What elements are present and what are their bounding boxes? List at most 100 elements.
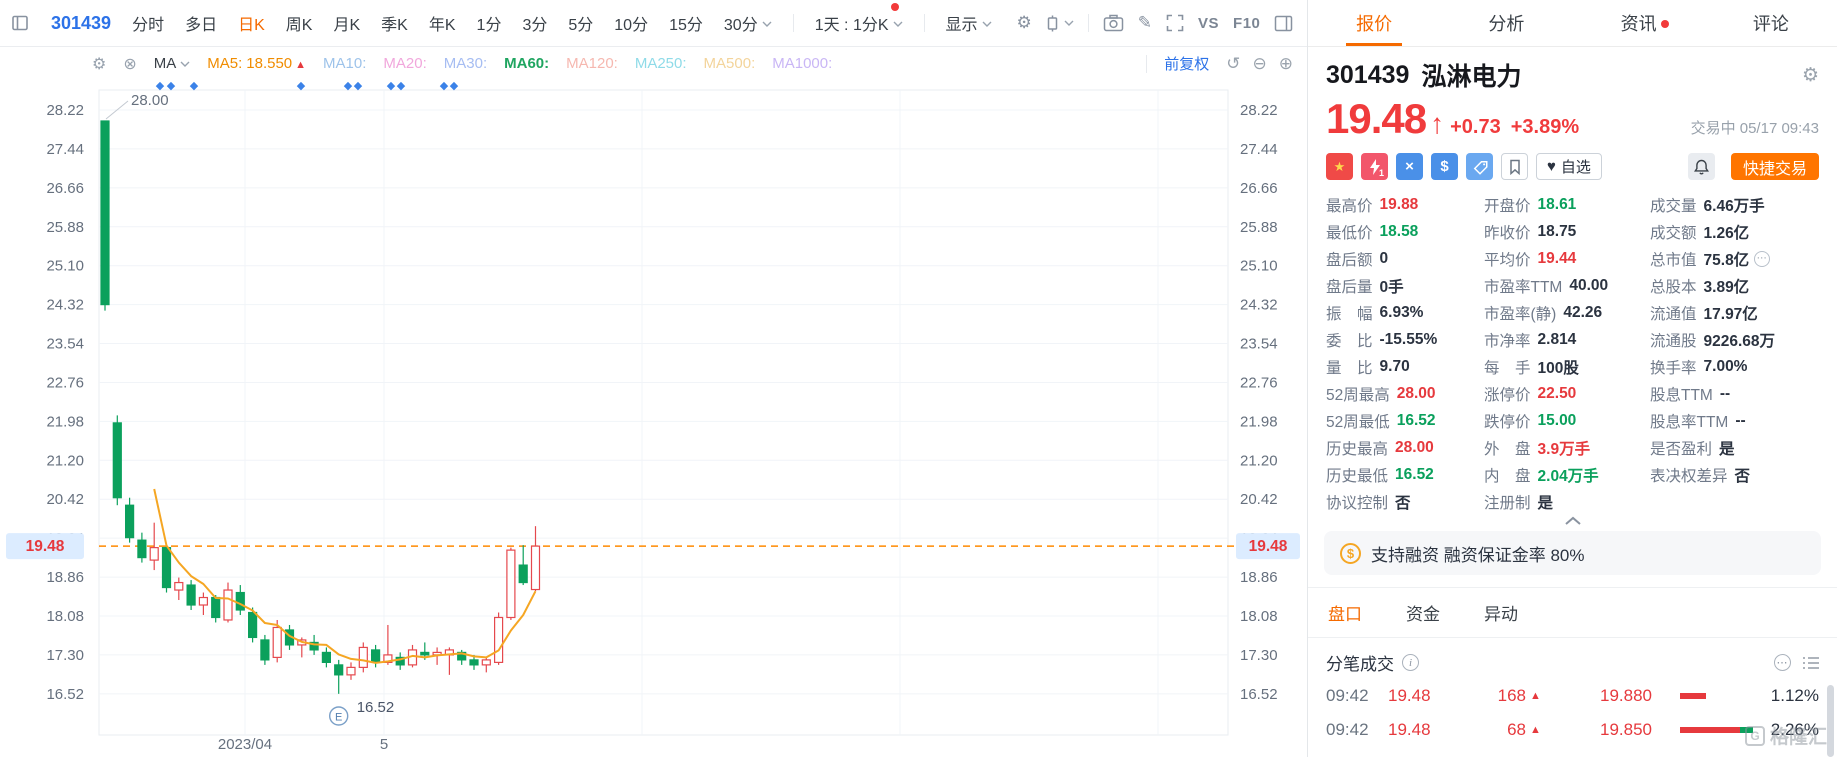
ma-selector[interactable]: MA (154, 55, 191, 72)
candle-body[interactable] (124, 504, 135, 539)
event-diamond-icon[interactable]: ◆ (397, 80, 406, 92)
event-diamond-icon[interactable]: ◆ (344, 80, 353, 92)
panel-scrollbar[interactable] (1827, 685, 1834, 757)
candle-body[interactable] (481, 659, 491, 666)
quick-trade-button[interactable]: 快捷交易 (1730, 153, 1819, 180)
candle-body[interactable] (506, 549, 516, 619)
candle-body[interactable] (420, 651, 430, 656)
candle-body[interactable] (186, 584, 196, 606)
event-diamond-icon[interactable]: ◆ (297, 80, 306, 92)
candle-body[interactable] (223, 589, 233, 621)
period-tab-1分[interactable]: 1分 (477, 11, 502, 35)
candle-body[interactable] (346, 666, 356, 676)
candle-body[interactable] (112, 422, 122, 499)
stat-cell: 成交量 6.46万手 (1650, 194, 1816, 215)
indicator-close-icon[interactable]: ⊗ (123, 54, 136, 74)
pencil-icon[interactable]: ✎ (1138, 13, 1152, 33)
list-icon[interactable] (1803, 656, 1819, 670)
info-icon[interactable]: i (1402, 654, 1419, 671)
period-tab-5分[interactable]: 5分 (568, 11, 593, 35)
x-axis-label[interactable]: 2023/04 (218, 736, 272, 753)
panel-settings-icon[interactable]: ⚙ (1802, 64, 1819, 87)
period-tab-月K[interactable]: 月K (333, 11, 360, 35)
stat-label: 盘后额 (1326, 251, 1373, 269)
gear-icon[interactable]: ⚙ (1017, 13, 1032, 33)
candle-body[interactable] (272, 626, 282, 659)
period-tab-15分[interactable]: 15分 (669, 11, 703, 35)
period-tab-30分[interactable]: 30分 (724, 11, 772, 35)
candle-body[interactable] (137, 539, 147, 559)
candle-body[interactable] (198, 596, 208, 606)
alert-bell-button[interactable] (1687, 153, 1715, 180)
stat-label: 跌停价 (1484, 413, 1531, 431)
period-tab-10分[interactable]: 10分 (614, 11, 648, 35)
panel-tab-报价[interactable]: 报价 (1308, 0, 1440, 46)
panel-tab-分析[interactable]: 分析 (1440, 0, 1572, 46)
event-diamond-icon[interactable]: ◆ (440, 80, 449, 92)
vs-label[interactable]: VS (1198, 15, 1219, 32)
period-tab-1天1分K[interactable]: 1天 : 1分K (815, 3, 903, 35)
candle-body[interactable] (211, 596, 221, 619)
tick-row[interactable]: 09:42 19.48 168 ▲ 19.880 1.12% (1308, 679, 1837, 713)
up-arrow-icon: ↑ (1430, 108, 1445, 139)
stat-value: 18.58 (1379, 222, 1419, 240)
event-diamond-icon[interactable]: ◆ (156, 80, 165, 92)
panel-tab-资讯[interactable]: 资讯 (1573, 0, 1705, 46)
candle-body[interactable] (260, 639, 270, 661)
x-axis-label[interactable]: 5 (380, 736, 388, 753)
chart-toolbar: 301439 分时 多日 日K 周K 月K 季K 年K 1分 3分 5分 10分 15分 30分 1天 :… (0, 0, 1307, 47)
period-tab-分时[interactable]: 分时 (132, 11, 164, 35)
indicator-settings-icon[interactable]: ⚙ (92, 54, 106, 74)
window-icon[interactable] (10, 13, 30, 33)
f10-label[interactable]: F10 (1233, 15, 1260, 32)
candle-body[interactable] (248, 611, 258, 639)
panel-tab-评论[interactable]: 评论 (1705, 0, 1837, 46)
period-tab-多日[interactable]: 多日 (185, 11, 217, 35)
event-diamond-icon[interactable]: ◆ (387, 80, 396, 92)
candlestick-chart[interactable]: 28.22 28.22 27.44 27.44 26.66 26.66 25.88 25.88… (0, 0, 1307, 757)
candle-body[interactable] (149, 547, 159, 561)
subtab-异动[interactable]: 异动 (1484, 600, 1518, 625)
collapse-chevron[interactable] (1308, 512, 1837, 527)
stock-code-toolbar[interactable]: 301439 (51, 13, 111, 34)
period-tab-年K[interactable]: 年K (429, 11, 456, 35)
event-diamond-icon[interactable]: ◆ (190, 80, 199, 92)
candle-body[interactable] (469, 659, 479, 666)
zoom-out-icon[interactable]: ⊖ (1253, 54, 1267, 74)
period-tab-周K[interactable]: 周K (286, 11, 313, 35)
camera-icon[interactable] (1103, 14, 1124, 32)
undo-icon[interactable]: ↺ (1226, 54, 1240, 74)
zoom-in-icon[interactable]: ⊕ (1279, 54, 1293, 74)
more-icon[interactable]: ⋯ (1774, 654, 1791, 671)
event-diamond-icon[interactable]: ◆ (450, 80, 459, 92)
quote-stats-grid: 最高价 19.88 开盘价 18.61 成交量 6.46万手 最低价 18.58 昨收价 18.7… (1308, 180, 1837, 512)
candle-body[interactable] (321, 651, 331, 663)
candle-body[interactable] (100, 120, 110, 306)
period-tab-日K[interactable]: 日K (238, 11, 265, 35)
period-tab-季K[interactable]: 季K (381, 11, 408, 35)
period-tab-显示[interactable]: 显示 (946, 11, 992, 35)
subtab-资金[interactable]: 资金 (1406, 600, 1440, 625)
candle-body[interactable] (161, 547, 172, 589)
layout-icon[interactable] (1274, 15, 1293, 32)
stat-label: 换手率 (1650, 359, 1697, 377)
event-diamond-icon[interactable]: ◆ (167, 80, 176, 92)
candle-body[interactable] (174, 581, 184, 591)
candle-style-icon[interactable] (1046, 15, 1074, 32)
candle-body[interactable] (334, 664, 344, 676)
candle-body[interactable] (530, 545, 541, 591)
candle-body[interactable] (358, 646, 368, 668)
add-favorite-button[interactable]: ♥ 自选 (1536, 153, 1602, 180)
adjust-mode-label[interactable]: 前复权 (1164, 53, 1209, 74)
candle-body[interactable] (518, 564, 528, 584)
event-marker-letter: E (335, 712, 342, 724)
tick-price: 19.48 (1388, 686, 1431, 705)
candle-body[interactable] (371, 649, 381, 663)
candle-body[interactable] (235, 591, 245, 611)
period-tab-3分[interactable]: 3分 (522, 11, 547, 35)
expand-icon[interactable] (1166, 14, 1184, 32)
event-diamond-icon[interactable]: ◆ (354, 80, 363, 92)
more-icon[interactable]: ⋯ (1754, 250, 1771, 267)
candle-body[interactable] (494, 616, 504, 663)
subtab-盘口[interactable]: 盘口 (1328, 600, 1362, 625)
